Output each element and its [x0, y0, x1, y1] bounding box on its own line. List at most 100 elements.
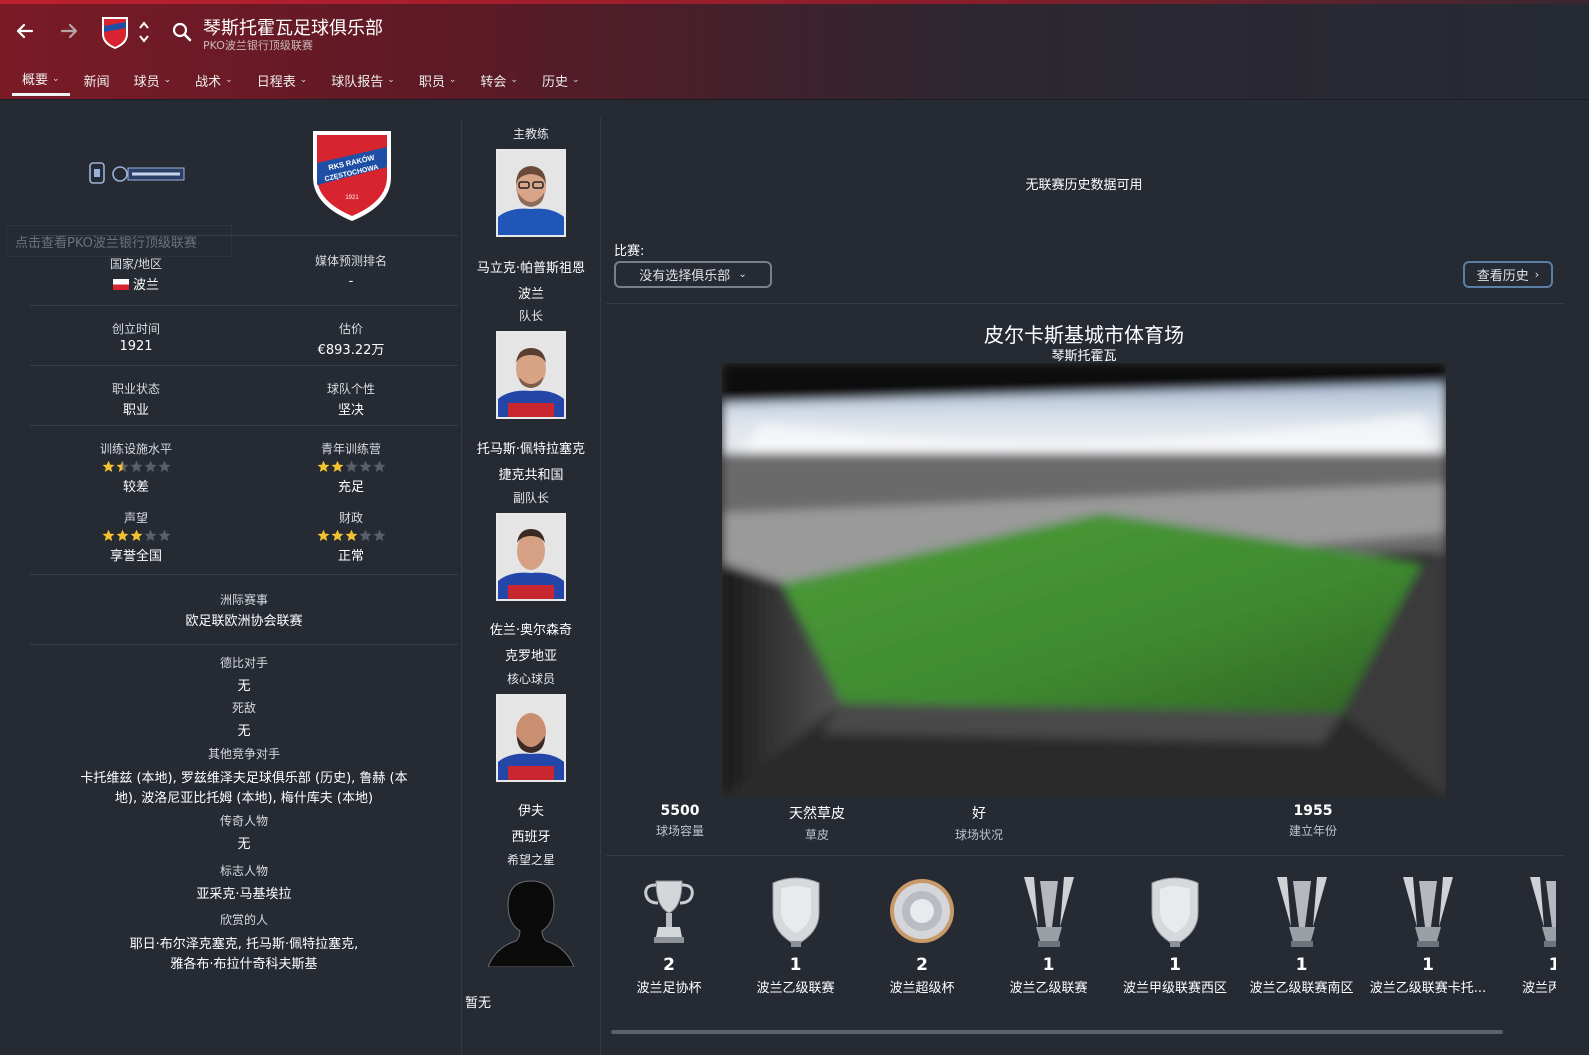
club-crest-small-icon[interactable]	[100, 14, 130, 50]
chevron-down-icon: ⌄	[225, 75, 233, 85]
league-tooltip: 点击查看PKO波兰银行顶级联赛	[6, 225, 232, 257]
continental-info: 洲际赛事 欧足联欧洲协会联赛	[30, 591, 458, 629]
tab-0[interactable]: 概要 ⌄	[12, 64, 70, 96]
manager-role-label: 主教练	[512, 127, 549, 141]
tab-3[interactable]: 战术 ⌄	[185, 64, 243, 96]
manager-photo[interactable]	[496, 149, 566, 237]
trophy-item[interactable]: 1 波兰乙级联赛卡托...	[1365, 863, 1491, 996]
nation-value[interactable]: 波兰	[36, 274, 236, 293]
tab-label: 历史	[541, 74, 568, 90]
star-icon	[345, 529, 357, 541]
captain-name[interactable]: 托马斯·佩特拉塞克	[462, 438, 600, 457]
trophy-spikes-icon	[1023, 877, 1074, 947]
tab-label: 球员	[133, 74, 160, 90]
personality-label: 球队个性	[326, 382, 375, 396]
manager-name[interactable]: 马立克·帕普斯祖恩	[462, 257, 600, 276]
admired-value-line1[interactable]: 耶日·布尔泽克塞克, 托马斯·佩特拉塞克,	[30, 933, 458, 952]
star-icon	[373, 529, 385, 541]
trophy-name: 波兰乙级联赛	[756, 981, 835, 996]
continental-value[interactable]: 欧足联欧洲协会联赛	[30, 610, 458, 629]
tab-2[interactable]: 球员 ⌄	[124, 64, 182, 96]
league-logo-icon[interactable]	[88, 159, 188, 189]
trophy-count: 1	[1295, 955, 1308, 975]
view-history-button[interactable]: 查看历史 ›	[1463, 261, 1553, 288]
club-switch-chevrons-icon[interactable]	[136, 18, 152, 46]
tab-1[interactable]: 新闻	[74, 64, 120, 96]
trophy-item[interactable]: 1 波兰甲级联赛西区	[1112, 863, 1238, 996]
manager-nation: 波兰	[517, 287, 544, 302]
rivals-value-line1[interactable]: 卡托维兹 (本地), 罗兹维泽夫足球俱乐部 (历史), 鲁赫 (本	[30, 767, 458, 786]
back-arrow-icon[interactable]	[10, 16, 40, 46]
club-value-value: €893.22万	[317, 343, 385, 358]
media-rank-label: 媒体预测排名	[314, 254, 387, 268]
reputation-value: 享誉全国	[109, 549, 162, 564]
trophy-item[interactable]: 2 波兰足协杯	[606, 863, 732, 996]
trophy-item[interactable]: 1 波兰乙级联赛南区	[1239, 863, 1365, 996]
vice-captain-photo[interactable]	[496, 513, 566, 601]
key-player-nation: 西班牙	[511, 830, 551, 845]
divider	[30, 365, 458, 366]
trophy-name: 波兰丙级联	[1521, 981, 1556, 996]
trophy-count: 1	[1042, 955, 1055, 975]
trophy-name: 波兰乙级联赛	[1009, 981, 1088, 996]
chevron-down-icon: ⌄	[571, 75, 580, 85]
chevron-down-icon: ⌄	[52, 73, 60, 84]
finance-label: 财政	[338, 511, 363, 525]
tab-7[interactable]: 转会 ⌄	[470, 64, 528, 96]
tab-5[interactable]: 球队报告 ⌄	[321, 64, 405, 96]
rivals-value-line2[interactable]: 地), 波洛尼亚比托姆 (本地), 梅什库夫 (本地)	[30, 787, 458, 806]
chevron-right-icon: ›	[1534, 268, 1540, 281]
club-competition-subtitle[interactable]: PKO波兰银行顶级联赛	[203, 37, 313, 53]
trophy-item[interactable]: 1 波兰丙级联	[1492, 863, 1556, 996]
key-player-name[interactable]: 伊夫	[462, 800, 600, 819]
key-people-column: 主教练 马立克·帕普斯祖恩 波兰 队长 托马斯·佩特拉塞克 捷克共和国 副队长	[462, 101, 600, 1055]
trophy-cup-icon	[644, 880, 694, 943]
star-icon	[102, 529, 114, 541]
tab-label: 职员	[418, 74, 445, 90]
icon-person-value[interactable]: 亚采克·马基埃拉	[30, 883, 458, 902]
condition-value: 好	[972, 806, 986, 822]
admired-value-line2[interactable]: 雅各布·布拉什奇科夫斯基	[30, 953, 458, 972]
built-stat: 1955 建立年份	[1233, 803, 1393, 839]
forward-arrow-icon[interactable]	[54, 16, 84, 46]
key-player-role-label: 核心球员	[506, 672, 555, 686]
star-icon	[331, 460, 343, 472]
trophy-shield-icon	[1151, 877, 1199, 947]
search-icon[interactable]	[170, 20, 194, 44]
crest-year: 1921	[345, 195, 359, 201]
tab-label: 转会	[480, 74, 507, 90]
tab-label: 新闻	[83, 74, 110, 90]
club-select-dropdown[interactable]: 没有选择俱乐部 ⌄	[614, 261, 772, 288]
youth-value: 充足	[337, 480, 364, 495]
divider	[30, 235, 458, 236]
star-icon	[317, 460, 329, 472]
nation-info: 国家/地区 波兰	[36, 255, 236, 293]
vice-captain-name[interactable]: 佐兰·奥尔森奇	[462, 619, 600, 638]
tab-8[interactable]: 历史 ⌄	[532, 64, 590, 96]
star-icon	[144, 529, 156, 541]
star-icon	[130, 529, 142, 541]
admired-label: 欣赏的人	[219, 913, 268, 927]
view-history-label: 查看历史	[1476, 269, 1529, 284]
trophy-cabinet: 2 波兰足协杯 1 波兰乙级联赛 2 波兰超级杯 1 波兰乙级联赛 1 波兰甲级联赛西区 1 波兰乙级…	[606, 863, 1556, 1033]
chevron-down-icon: ⌄	[387, 75, 395, 85]
trophy-name: 波兰甲级联赛西区	[1122, 981, 1227, 996]
personality-value: 坚决	[337, 403, 364, 418]
derby-value: 无	[237, 679, 251, 694]
rivals-label: 其他竞争对手	[207, 747, 280, 761]
captain-role-label: 队长	[518, 309, 543, 323]
star-icon	[359, 529, 371, 541]
tab-6[interactable]: 职员 ⌄	[409, 64, 467, 96]
captain-photo[interactable]	[496, 331, 566, 419]
trophy-item[interactable]: 1 波兰乙级联赛	[986, 863, 1112, 996]
competition-label: 比赛:	[614, 244, 645, 259]
tab-4[interactable]: 日程表 ⌄	[247, 64, 318, 96]
star-icon	[158, 460, 170, 472]
admired-info: 欣赏的人 耶日·布尔泽克塞克, 托马斯·佩特拉塞克, 雅各布·布拉什奇科夫斯基	[30, 911, 458, 972]
trophy-item[interactable]: 2 波兰超级杯	[859, 863, 985, 996]
horizontal-scrollbar[interactable]	[611, 1030, 1503, 1034]
trophy-item[interactable]: 1 波兰乙级联赛	[733, 863, 859, 996]
legend-label: 传奇人物	[219, 814, 268, 828]
key-player-photo[interactable]	[496, 694, 566, 782]
trophy-name: 波兰乙级联赛南区	[1249, 981, 1354, 996]
